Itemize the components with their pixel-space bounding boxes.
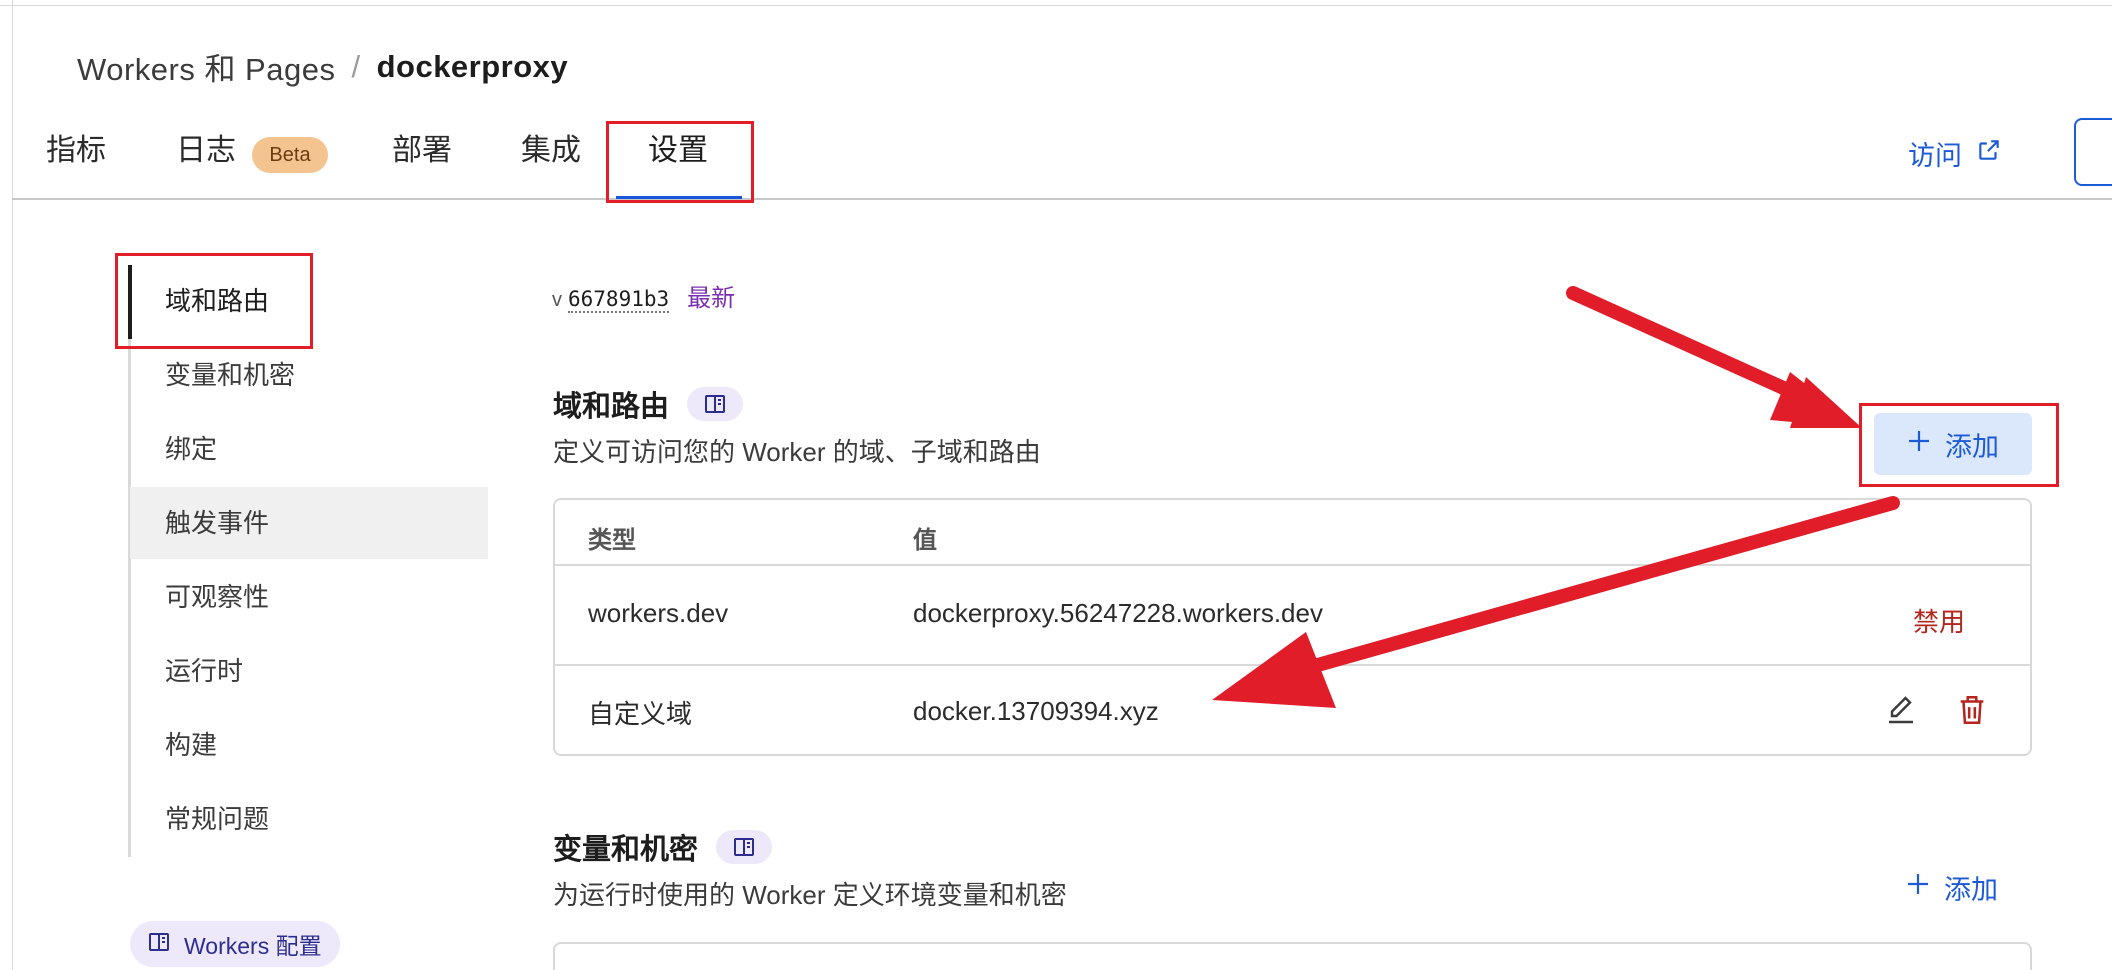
book-icon[interactable]: [687, 387, 744, 421]
column-header-name: 名称: [913, 964, 961, 970]
row-value: dockerproxy.56247228.workers.dev: [913, 598, 1323, 628]
book-icon: [148, 931, 170, 958]
disable-link[interactable]: 禁用: [1913, 602, 1965, 639]
external-link-icon: [1976, 137, 2002, 170]
row-type: workers.dev: [588, 598, 729, 628]
plus-icon: [1906, 872, 1930, 903]
variables-section-title: 变量和机密: [553, 826, 773, 868]
deploy-button[interactable]: [2074, 118, 2112, 186]
domains-table: 类型 值 workers.dev dockerproxy.56247228.wo…: [553, 498, 2032, 756]
workers-config-label: Workers 配置: [184, 933, 322, 959]
column-header-type: 类型: [588, 527, 636, 554]
sidebar-item-general[interactable]: 常规问题: [130, 783, 488, 855]
sidebar-item-bindings[interactable]: 绑定: [130, 413, 488, 485]
variables-section-description: 为运行时使用的 Worker 定义环境变量和机密: [553, 880, 1067, 910]
breadcrumb-parent-link[interactable]: Workers 和 Pages: [77, 44, 335, 89]
beta-badge: Beta: [252, 137, 328, 173]
version-info: v 667891b3 最新: [552, 278, 735, 313]
column-header-value: 值: [913, 527, 937, 554]
table-row: workers.dev dockerproxy.56247228.workers…: [555, 566, 2030, 666]
domains-section-description: 定义可访问您的 Worker 的域、子域和路由: [553, 437, 1041, 467]
version-prefix: v: [552, 289, 562, 311]
tab-deployments[interactable]: 部署: [392, 130, 452, 180]
sidebar-item-variables-secrets[interactable]: 变量和机密: [130, 339, 488, 411]
column-header-value: 值: [1535, 964, 1559, 970]
book-icon[interactable]: [716, 830, 773, 864]
edit-icon[interactable]: [1883, 692, 1919, 733]
breadcrumb: Workers 和 Pages / dockerproxy: [77, 44, 568, 89]
tab-integrations[interactable]: 集成: [521, 130, 581, 180]
visit-label: 访问: [1908, 141, 1962, 171]
table-header: 类型 值: [555, 500, 2030, 566]
annotation-box-domains-nav: [115, 253, 313, 349]
workers-config-link[interactable]: Workers 配置: [130, 921, 340, 967]
version-hash[interactable]: 667891b3: [568, 287, 670, 313]
sidebar-item-build[interactable]: 构建: [130, 709, 488, 781]
annotation-box-settings-tab: [606, 121, 754, 203]
sidebar-item-runtime[interactable]: 运行时: [130, 635, 488, 707]
domains-title-text: 域和路由: [553, 391, 670, 423]
variables-table: 类型 名称 值: [553, 942, 2032, 970]
sidebar-item-observability[interactable]: 可观察性: [130, 561, 488, 633]
add-variable-label: 添加: [1944, 875, 1998, 905]
variables-title-text: 变量和机密: [553, 834, 699, 866]
window-top-border: [0, 0, 2112, 6]
breadcrumb-current: dockerproxy: [376, 48, 569, 84]
row-value: docker.13709394.xyz: [913, 696, 1159, 726]
trash-icon[interactable]: [1955, 692, 1989, 733]
add-variable-button[interactable]: 添加: [1906, 868, 1998, 907]
sidebar-item-triggers[interactable]: 触发事件: [130, 487, 488, 559]
breadcrumb-separator: /: [351, 48, 361, 84]
table-row: 自定义域 docker.13709394.xyz: [555, 666, 2030, 756]
row-type: 自定义域: [588, 699, 693, 729]
domains-section-title: 域和路由: [553, 383, 744, 425]
column-header-type: 类型: [588, 964, 636, 970]
tab-metrics[interactable]: 指标: [46, 130, 106, 180]
annotation-box-add-button: [1859, 403, 2059, 487]
version-status: 最新: [687, 285, 736, 312]
tab-logs[interactable]: 日志: [176, 130, 236, 180]
visit-link[interactable]: 访问: [1908, 134, 2002, 173]
